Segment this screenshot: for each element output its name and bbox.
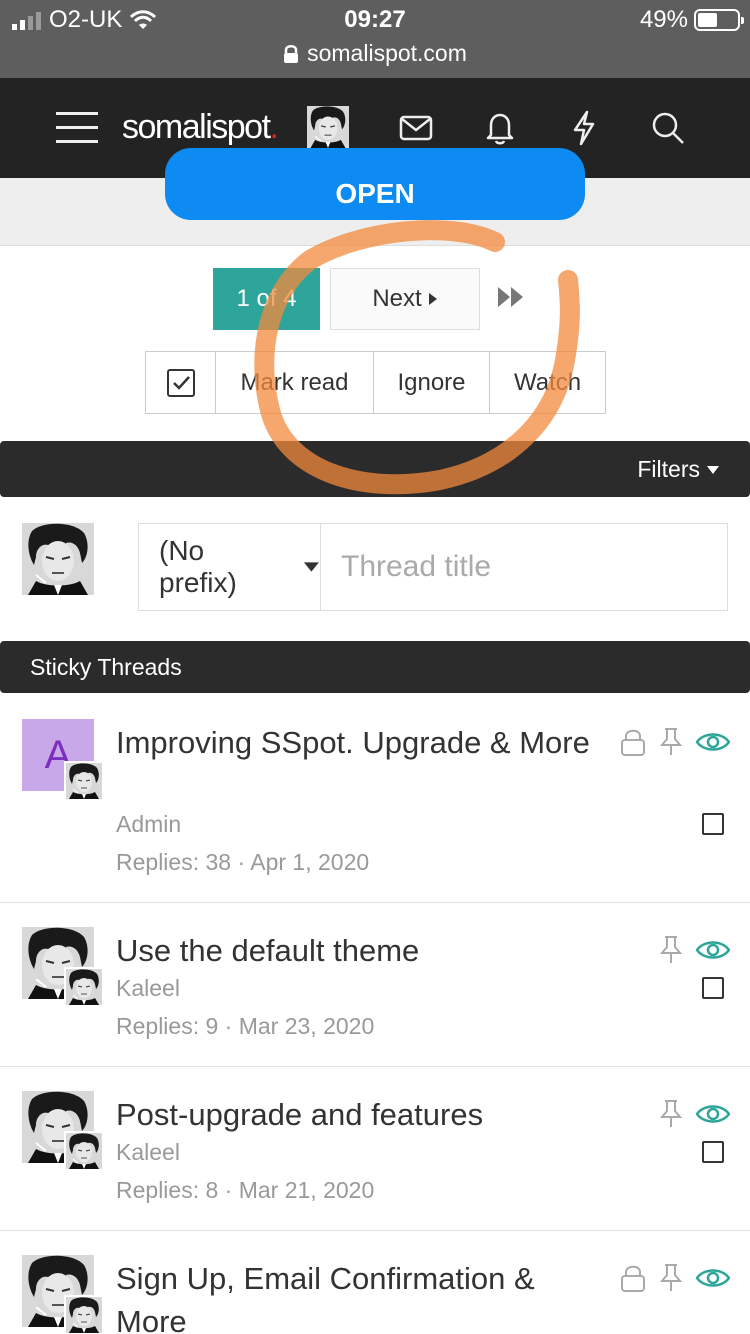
address-bar[interactable]: somalispot.com: [0, 40, 750, 67]
last-poster-avatar[interactable]: [64, 967, 104, 1007]
next-label: Next: [372, 285, 422, 312]
last-page-icon[interactable]: [496, 284, 530, 314]
thread-title[interactable]: Sign Up, Email Confirmation & More: [116, 1257, 596, 1334]
thread-meta: Replies: 9 · Mar 23, 2020: [116, 1013, 375, 1039]
thread-row[interactable]: Sign Up, Email Confirmation & More: [0, 1231, 750, 1334]
last-poster-avatar[interactable]: [64, 761, 104, 801]
filters-button[interactable]: Filters: [637, 456, 720, 483]
lock-icon: [621, 729, 645, 756]
thread-row[interactable]: Post-upgrade and features Kaleel Replies…: [0, 1067, 750, 1231]
url-text: somalispot.com: [307, 40, 467, 66]
caret-down-icon: [304, 562, 320, 572]
prefix-value: (No prefix): [159, 535, 237, 598]
pin-icon: [659, 1264, 683, 1291]
thread-author[interactable]: Admin: [116, 811, 181, 838]
menu-icon[interactable]: [54, 104, 102, 152]
logo-text: somalispot: [122, 108, 271, 146]
thread-row[interactable]: A Improving SSpot. Upgrade & More Admin …: [0, 693, 750, 903]
thread-select-checkbox[interactable]: [702, 813, 724, 835]
battery-icon: [694, 9, 744, 31]
watch-button[interactable]: Watch: [490, 352, 605, 413]
sticky-threads-header: Sticky Threads: [0, 641, 750, 693]
thread-title[interactable]: Use the default theme: [116, 929, 596, 972]
prefix-select[interactable]: (No prefix): [139, 524, 321, 610]
mark-read-button[interactable]: Mark read: [216, 352, 374, 413]
pin-icon: [659, 1100, 683, 1127]
avatar[interactable]: [22, 523, 94, 595]
page-current[interactable]: 1 of 4: [213, 268, 320, 330]
bell-icon[interactable]: [476, 104, 524, 152]
thread-select-checkbox[interactable]: [702, 977, 724, 999]
clock: 09:27: [344, 6, 406, 33]
caret-right-icon: [428, 293, 437, 305]
checkbox-icon: [166, 368, 195, 397]
status-bar: O2-UK 09:27 49% somalispot.com: [0, 0, 750, 78]
last-poster-avatar[interactable]: [64, 1131, 104, 1171]
thread-title-input[interactable]: [321, 524, 727, 610]
thread-status-icons: [658, 1099, 730, 1129]
filters-label: Filters: [637, 456, 700, 482]
battery-percent: 49%: [639, 6, 688, 33]
ignore-button[interactable]: Ignore: [374, 352, 490, 413]
lock-icon: [621, 1265, 645, 1292]
thread-select-checkbox[interactable]: [702, 1141, 724, 1163]
battery-indicator: 49%: [639, 6, 744, 34]
filters-bar: Filters: [0, 441, 750, 497]
mail-icon[interactable]: [392, 104, 440, 152]
next-page-button[interactable]: Next: [330, 268, 480, 330]
lock-icon: [284, 44, 299, 63]
thread-title[interactable]: Post-upgrade and features: [116, 1093, 596, 1136]
new-thread-form: (No prefix): [138, 523, 728, 611]
thread-author[interactable]: Kaleel: [116, 1139, 180, 1166]
open-banner: OPEN: [0, 148, 750, 246]
lightning-icon[interactable]: [560, 104, 608, 152]
user-avatar[interactable]: [307, 106, 349, 148]
thread-author[interactable]: Kaleel: [116, 975, 180, 1002]
eye-icon: [696, 733, 730, 751]
eye-icon: [696, 941, 730, 959]
thread-status-icons: [658, 935, 730, 965]
thread-title[interactable]: Improving SSpot. Upgrade & More: [116, 721, 596, 764]
site-logo[interactable]: somalispot.: [122, 108, 279, 147]
pin-icon: [659, 728, 683, 755]
thread-actions: Mark read Ignore Watch: [145, 351, 606, 414]
thread-status-icons: [620, 727, 730, 757]
select-all-checkbox[interactable]: [146, 352, 216, 413]
pin-icon: [659, 936, 683, 963]
caret-down-icon: [707, 465, 719, 474]
eye-icon: [696, 1269, 730, 1287]
thread-meta: Replies: 38 · Apr 1, 2020: [116, 849, 370, 875]
search-icon[interactable]: [644, 104, 692, 152]
open-button[interactable]: OPEN: [165, 148, 585, 220]
thread-status-icons: [620, 1263, 730, 1293]
last-poster-avatar[interactable]: [64, 1295, 104, 1334]
logo-dot: .: [269, 108, 279, 146]
thread-row[interactable]: Use the default theme Kaleel Replies: 9 …: [0, 903, 750, 1067]
thread-meta: Replies: 8 · Mar 21, 2020: [116, 1177, 375, 1203]
eye-icon: [696, 1105, 730, 1123]
